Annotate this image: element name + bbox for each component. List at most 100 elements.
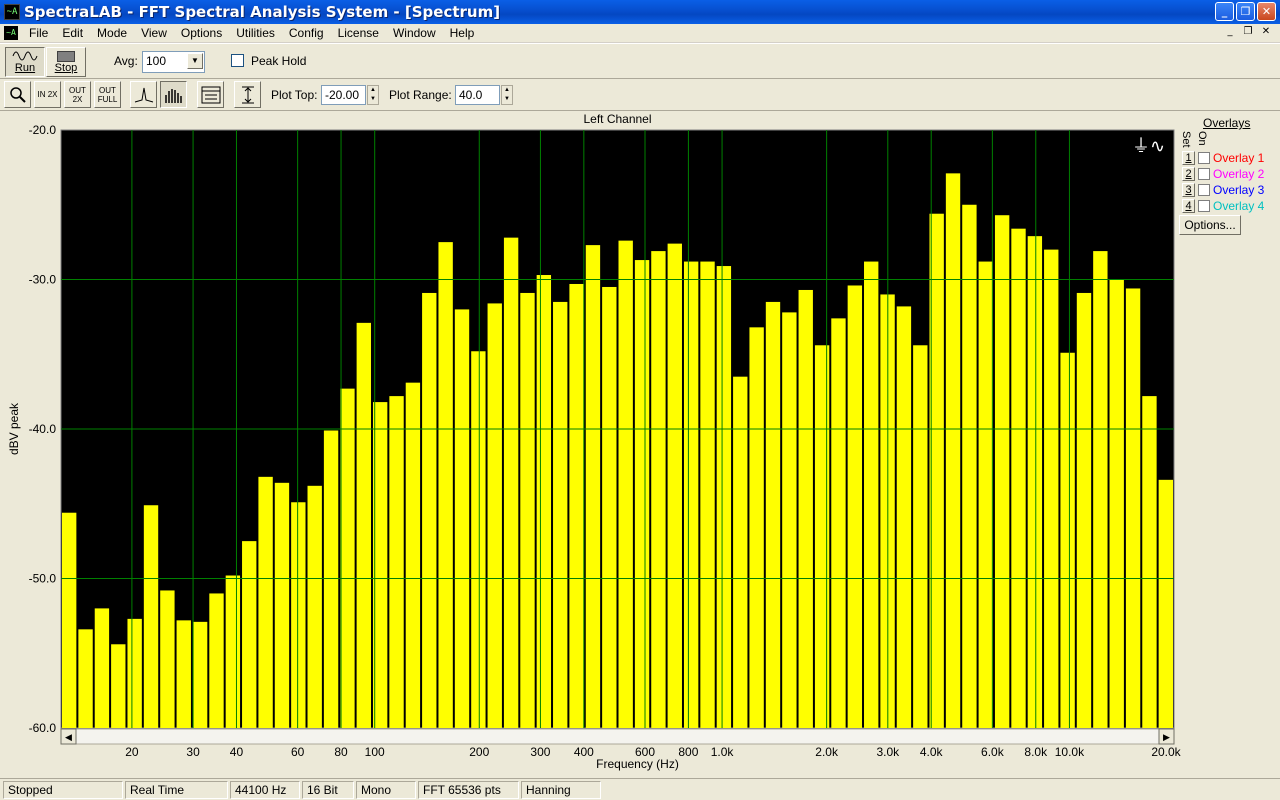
menu-mode[interactable]: Mode bbox=[90, 26, 134, 40]
x-tick-label: 4.0k bbox=[920, 745, 944, 759]
menu-config[interactable]: Config bbox=[282, 26, 331, 40]
autoscale-button[interactable] bbox=[234, 81, 261, 108]
spectrum-bar bbox=[1093, 251, 1108, 728]
overlay-set-button-4[interactable]: 4 bbox=[1182, 199, 1195, 213]
x-tick-label: 100 bbox=[365, 745, 385, 759]
menu-bar: ~A File Edit Mode View Options Utilities… bbox=[0, 24, 1280, 43]
horizontal-scrollbar[interactable] bbox=[60, 728, 1175, 745]
plot-range-spinner[interactable]: ▲ ▼ bbox=[501, 85, 513, 105]
close-icon[interactable]: ✕ bbox=[1257, 2, 1276, 21]
overlay-set-button-1[interactable]: 1 bbox=[1182, 151, 1195, 165]
scroll-left-icon: ◀ bbox=[65, 732, 72, 742]
spectrum-bar bbox=[503, 237, 519, 728]
status-bit-depth: 16 Bit bbox=[302, 780, 354, 799]
overlay-options-button[interactable]: Options... bbox=[1179, 215, 1241, 235]
spectrum-bar bbox=[1076, 292, 1092, 728]
x-tick-label: 8.0k bbox=[1024, 745, 1048, 759]
overlay-label-4: Overlay 4 bbox=[1213, 199, 1265, 213]
menu-help[interactable]: Help bbox=[443, 26, 482, 40]
spectrum-bar bbox=[471, 351, 486, 728]
overlay-set-button-2[interactable]: 2 bbox=[1182, 167, 1195, 181]
zoom-in-2x-button[interactable]: IN 2X bbox=[34, 81, 61, 108]
spectrum-bar bbox=[307, 485, 322, 728]
app-icon: ~A bbox=[4, 4, 20, 20]
menu-utilities[interactable]: Utilities bbox=[229, 26, 282, 40]
spectrum-bar bbox=[1158, 479, 1173, 728]
menu-window[interactable]: Window bbox=[386, 26, 443, 40]
menu-license[interactable]: License bbox=[331, 26, 386, 40]
spectrum-panel: Left Channel -20.0 -30.0 -40.0 -50.0 -60.0 dBV… bbox=[0, 111, 1280, 776]
restore-icon[interactable]: ❐ bbox=[1236, 2, 1255, 21]
spectrum-chart[interactable]: Left Channel -20.0 -30.0 -40.0 -50.0 -60.0 dBV… bbox=[0, 111, 1280, 776]
line-plot-button[interactable] bbox=[130, 81, 157, 108]
spectrum-bar bbox=[1060, 352, 1075, 728]
overlay-checkbox-3[interactable] bbox=[1198, 184, 1210, 196]
bar-plot-button[interactable] bbox=[160, 81, 187, 108]
zoom-out-label: OUT 2X bbox=[69, 85, 86, 104]
plot-range-input[interactable]: 40.0 bbox=[455, 85, 500, 105]
spectrum-bar bbox=[323, 430, 339, 728]
y-tick-label: -20.0 bbox=[29, 123, 57, 137]
y-tick-label: -60.0 bbox=[29, 721, 57, 735]
overlay-checkbox-1[interactable] bbox=[1198, 152, 1210, 164]
main-toolbar: Run Stop Avg: 100 ▼ Peak Hold bbox=[0, 43, 1280, 79]
mdi-minimize-icon[interactable]: _ bbox=[1222, 25, 1238, 40]
zoom-full-button[interactable]: OUT FULL bbox=[94, 81, 121, 108]
y-tick-label: -30.0 bbox=[29, 273, 57, 287]
minimize-icon[interactable]: _ bbox=[1215, 2, 1234, 21]
plot-range-label: Plot Range: bbox=[389, 88, 452, 102]
overlay-checkbox-2[interactable] bbox=[1198, 168, 1210, 180]
scroll-right-icon: ▶ bbox=[1163, 732, 1170, 742]
zoom-button[interactable] bbox=[4, 81, 31, 108]
menu-file[interactable]: File bbox=[22, 26, 55, 40]
spectrum-bar bbox=[749, 327, 764, 728]
spectrum-bar bbox=[143, 505, 159, 728]
overlays-title: Overlays bbox=[1203, 116, 1251, 130]
stop-button[interactable]: Stop bbox=[46, 47, 86, 77]
overlay-label-2: Overlay 2 bbox=[1213, 167, 1265, 181]
zoom-full-label: OUT FULL bbox=[97, 85, 118, 104]
menu-edit[interactable]: Edit bbox=[55, 26, 90, 40]
spectrum-bar bbox=[634, 260, 650, 728]
spectrum-bar bbox=[945, 173, 961, 729]
plot-top-spinner[interactable]: ▲ ▼ bbox=[367, 85, 379, 105]
document-icon[interactable]: ~A bbox=[4, 26, 18, 40]
title-bar: ~A SpectraLAB - FFT Spectral Analysis Sy… bbox=[0, 0, 1280, 24]
plot-top-input[interactable]: -20.00 bbox=[321, 85, 366, 105]
run-label: Run bbox=[14, 62, 36, 74]
window-title: SpectraLAB - FFT Spectral Analysis Syste… bbox=[24, 3, 501, 21]
avg-select[interactable]: 100 ▼ bbox=[142, 51, 205, 73]
spectrum-bar bbox=[618, 240, 633, 728]
zoom-out-2x-button[interactable]: OUT 2X bbox=[64, 81, 91, 108]
overlay-set-button-3[interactable]: 3 bbox=[1182, 183, 1195, 197]
spectrum-bar bbox=[962, 204, 977, 728]
spectrum-bar bbox=[78, 629, 93, 728]
display-settings-button[interactable] bbox=[197, 81, 224, 108]
spectrum-bar bbox=[405, 382, 421, 728]
mdi-close-icon[interactable]: ✕ bbox=[1258, 25, 1274, 40]
peak-hold-checkbox[interactable] bbox=[231, 54, 244, 67]
overlay-checkbox-4[interactable] bbox=[1198, 200, 1210, 212]
x-tick-label: 6.0k bbox=[981, 745, 1005, 759]
menu-options[interactable]: Options bbox=[174, 26, 229, 40]
spectrum-bar bbox=[667, 243, 682, 728]
x-tick-label: 800 bbox=[678, 745, 698, 759]
x-tick-label: 60 bbox=[291, 745, 305, 759]
overlay-row-4: 4 Overlay 4 bbox=[1182, 199, 1264, 213]
spectrum-bar bbox=[454, 309, 470, 728]
spectrum-bar bbox=[913, 345, 928, 728]
x-tick-label: 400 bbox=[574, 745, 594, 759]
spectrum-bar bbox=[994, 215, 1010, 729]
run-button[interactable]: Run bbox=[5, 47, 45, 77]
status-fft-size: FFT 65536 pts bbox=[418, 780, 519, 799]
mdi-restore-icon[interactable]: ❐ bbox=[1240, 25, 1256, 40]
x-tick-label: 20.0k bbox=[1151, 745, 1181, 759]
menu-view[interactable]: View bbox=[134, 26, 174, 40]
x-tick-label: 300 bbox=[530, 745, 550, 759]
mdi-controls: _ ❐ ✕ bbox=[1222, 25, 1274, 40]
x-axis-label: Frequency (Hz) bbox=[596, 757, 679, 771]
spectrum-bar bbox=[798, 289, 813, 728]
spectrum-bar bbox=[602, 286, 617, 728]
spectrum-bar bbox=[864, 261, 879, 728]
chevron-down-icon[interactable]: ▼ bbox=[187, 53, 203, 69]
